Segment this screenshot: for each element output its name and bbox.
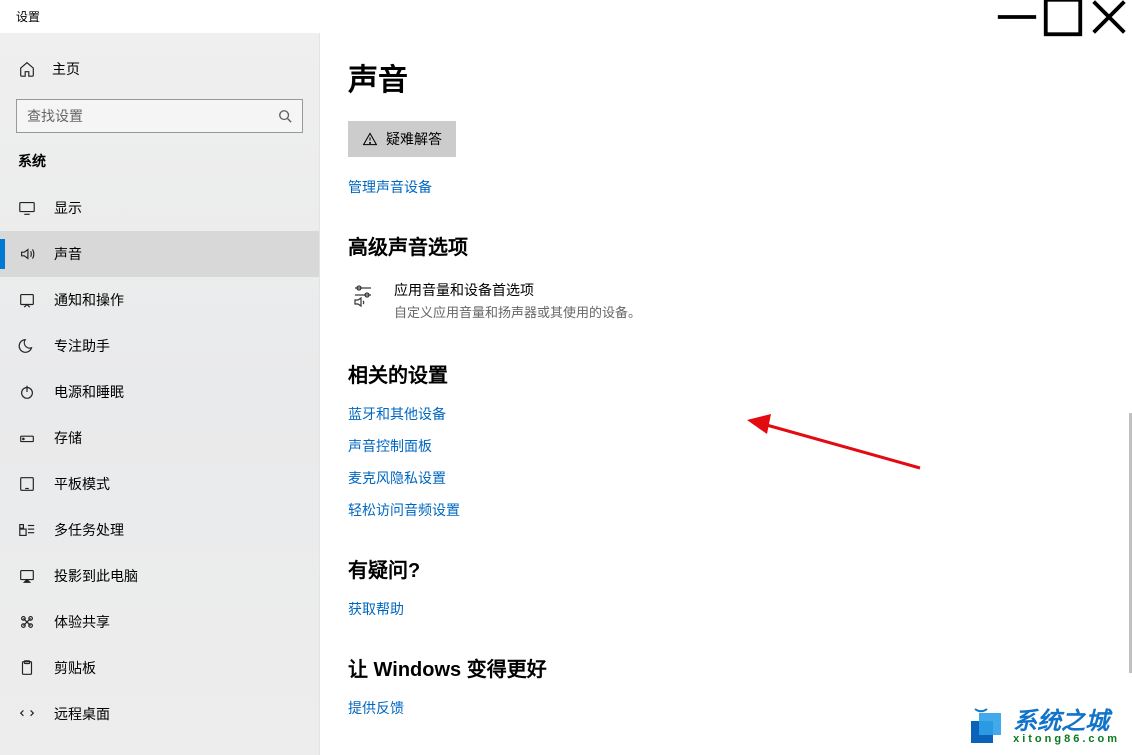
maximize-button[interactable] <box>1040 0 1086 33</box>
watermark-url: xitong86.com <box>1013 734 1120 745</box>
troubleshoot-button[interactable]: 疑难解答 <box>348 121 456 157</box>
close-button[interactable] <box>1086 0 1132 33</box>
sidebar-category: 系统 <box>0 151 319 171</box>
sidebar-item-power[interactable]: 电源和睡眠 <box>0 369 319 415</box>
sidebar-item-storage[interactable]: 存储 <box>0 415 319 461</box>
link-get-help[interactable]: 获取帮助 <box>348 599 1132 619</box>
moon-icon <box>18 337 36 355</box>
minimize-button[interactable] <box>994 0 1040 33</box>
page-title: 声音 <box>348 55 1132 99</box>
display-icon <box>18 199 36 217</box>
adv-item-title: 应用音量和设备首选项 <box>394 280 641 300</box>
sidebar-home[interactable]: 主页 <box>0 49 319 89</box>
content-pane: 声音 疑难解答 管理声音设备 高级声音选项 应用音量和设备首选项 自定义应用音量… <box>320 33 1132 755</box>
sidebar-item-label: 投影到此电脑 <box>54 566 138 586</box>
sidebar-item-clipboard[interactable]: 剪贴板 <box>0 645 319 691</box>
app-volume-item[interactable]: 应用音量和设备首选项 自定义应用音量和扬声器或其使用的设备。 <box>348 276 1132 325</box>
sidebar-home-label: 主页 <box>52 59 80 79</box>
sound-icon <box>18 245 36 263</box>
sidebar-item-focus[interactable]: 专注助手 <box>0 323 319 369</box>
advanced-section-head: 高级声音选项 <box>348 231 1132 260</box>
search-placeholder: 查找设置 <box>27 106 83 126</box>
link-sound-control-panel[interactable]: 声音控制面板 <box>348 436 1132 456</box>
home-icon <box>18 60 36 78</box>
watermark-logo-icon <box>965 707 1005 747</box>
sidebar-item-label: 远程桌面 <box>54 704 110 724</box>
sidebar-item-label: 电源和睡眠 <box>54 382 124 402</box>
window-title: 设置 <box>16 8 40 25</box>
multitask-icon <box>18 521 36 539</box>
sidebar-item-share[interactable]: 体验共享 <box>0 599 319 645</box>
sidebar-item-label: 显示 <box>54 198 82 218</box>
faq-section-head: 有疑问? <box>348 554 1132 583</box>
remote-icon <box>18 705 36 723</box>
storage-icon <box>18 429 36 447</box>
search-input[interactable]: 查找设置 <box>16 99 303 133</box>
better-section-head: 让 Windows 变得更好 <box>348 653 1132 682</box>
sidebar-item-display[interactable]: 显示 <box>0 185 319 231</box>
sidebar-item-label: 专注助手 <box>54 336 110 356</box>
sliders-icon <box>348 280 378 310</box>
sidebar-item-label: 声音 <box>54 244 82 264</box>
sidebar-item-label: 剪贴板 <box>54 658 96 678</box>
sidebar-item-label: 体验共享 <box>54 612 110 632</box>
adv-item-desc: 自定义应用音量和扬声器或其使用的设备。 <box>394 302 641 321</box>
sidebar-item-notifications[interactable]: 通知和操作 <box>0 277 319 323</box>
project-icon <box>18 567 36 585</box>
search-icon <box>278 109 292 123</box>
sidebar-item-label: 平板模式 <box>54 474 110 494</box>
sidebar-item-label: 通知和操作 <box>54 290 124 310</box>
sidebar: 主页 查找设置 系统 显示 声音 通知和操作 专注助手 <box>0 33 320 755</box>
sidebar-item-sound[interactable]: 声音 <box>0 231 319 277</box>
watermark: 系统之城 xitong86.com <box>965 707 1120 747</box>
link-ease-audio[interactable]: 轻松访问音频设置 <box>348 500 1132 520</box>
sidebar-item-remote[interactable]: 远程桌面 <box>0 691 319 737</box>
related-section-head: 相关的设置 <box>348 359 1132 388</box>
clipboard-icon <box>18 659 36 677</box>
watermark-title: 系统之城 <box>1013 710 1120 734</box>
share-icon <box>18 613 36 631</box>
sidebar-item-multitask[interactable]: 多任务处理 <box>0 507 319 553</box>
notify-icon <box>18 291 36 309</box>
sidebar-item-label: 存储 <box>54 428 82 448</box>
troubleshoot-label: 疑难解答 <box>386 129 442 149</box>
sidebar-item-project[interactable]: 投影到此电脑 <box>0 553 319 599</box>
warning-icon <box>362 131 378 147</box>
link-bluetooth[interactable]: 蓝牙和其他设备 <box>348 404 1132 424</box>
sidebar-item-tablet[interactable]: 平板模式 <box>0 461 319 507</box>
sidebar-item-label: 多任务处理 <box>54 520 124 540</box>
power-icon <box>18 383 36 401</box>
manage-sound-link[interactable]: 管理声音设备 <box>348 177 1132 197</box>
link-mic-privacy[interactable]: 麦克风隐私设置 <box>348 468 1132 488</box>
window-controls <box>994 0 1132 33</box>
tablet-icon <box>18 475 36 493</box>
